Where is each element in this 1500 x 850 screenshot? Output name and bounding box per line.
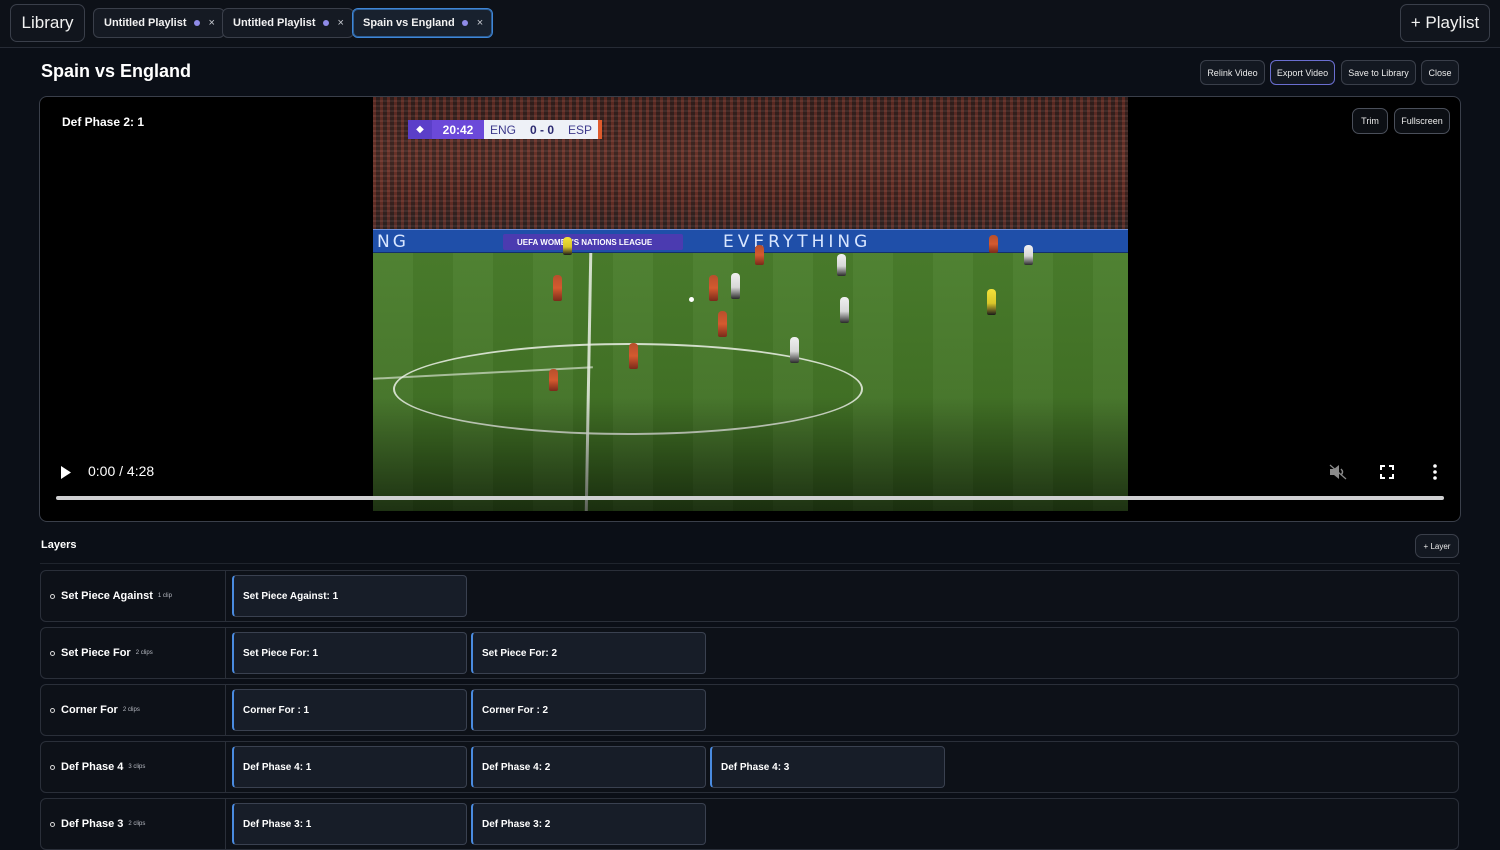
scoreboard: ◆ 20:42 ENG 0 - 0 ESP	[408, 120, 603, 139]
away-team: ESP	[568, 122, 593, 137]
match-clock: 20:42	[432, 120, 484, 139]
home-team: ENG	[490, 122, 517, 137]
layer-header[interactable]: Def Phase 4 3 clips	[41, 742, 226, 792]
tab-untitled-playlist-2[interactable]: Untitled Playlist ×	[222, 8, 354, 38]
clip-count: 2 clips	[122, 707, 140, 713]
layer-header[interactable]: Corner For 2 clips	[41, 685, 226, 735]
score-panel: ENG 0 - 0 ESP	[484, 120, 599, 139]
ad-board-sign: UEFA WOMEN'S NATIONS LEAGUE	[503, 234, 683, 250]
more-icon[interactable]	[1432, 464, 1438, 480]
layer-toggle-icon[interactable]	[50, 650, 55, 656]
time-display: 0:00 / 4:28	[88, 463, 155, 479]
layer-name: Def Phase 4	[61, 761, 124, 773]
player	[709, 275, 718, 301]
trim-button[interactable]: Trim	[1352, 108, 1388, 134]
clip-item[interactable]: Def Phase 4: 2	[471, 746, 706, 788]
layer-name: Def Phase 3	[61, 818, 124, 830]
close-tab-icon[interactable]: ×	[209, 17, 215, 29]
layer-name: Corner For	[61, 704, 118, 716]
referee	[987, 289, 996, 315]
layer-toggle-icon[interactable]	[50, 764, 55, 770]
close-tab-icon[interactable]: ×	[477, 17, 483, 29]
ad-board-left-text: NG	[377, 232, 409, 252]
video-progress-bar[interactable]	[56, 496, 1444, 500]
layer-row-corner-for: Corner For 2 clips Corner For : 1 Corner…	[40, 684, 1459, 736]
clip-item[interactable]: Corner For : 1	[232, 689, 467, 731]
player	[989, 235, 998, 253]
top-bar: Library Untitled Playlist × Untitled Pla…	[0, 0, 1500, 48]
tab-label: Untitled Playlist	[104, 17, 187, 29]
layers-title: Layers	[41, 539, 77, 551]
unsaved-dot-icon	[322, 20, 329, 26]
layer-toggle-icon[interactable]	[50, 593, 55, 599]
add-layer-button[interactable]: + Layer	[1415, 534, 1459, 558]
player	[1024, 245, 1033, 265]
layer-header[interactable]: Def Phase 3 2 clips	[41, 799, 226, 849]
clip-item[interactable]: Def Phase 3: 2	[471, 803, 706, 845]
player	[755, 245, 764, 265]
stadium-stands	[373, 97, 1128, 242]
tab-label: Spain vs England	[363, 17, 455, 29]
layer-row-set-piece-against: Set Piece Against 1 clip Set Piece Again…	[40, 570, 1459, 622]
player	[731, 273, 740, 299]
save-to-library-button[interactable]: Save to Library	[1341, 60, 1416, 85]
player	[840, 297, 849, 323]
close-tab-icon[interactable]: ×	[338, 17, 344, 29]
video-player[interactable]: NG UEFA WOMEN'S NATIONS LEAGUE EVERYTHIN…	[39, 96, 1461, 522]
layer-row-def-phase-4: Def Phase 4 3 clips Def Phase 4: 1 Def P…	[40, 741, 1459, 793]
ball	[689, 297, 694, 302]
clip-count: 2 clips	[135, 650, 153, 656]
current-clip-label: Def Phase 2: 1	[62, 115, 145, 129]
unsaved-dot-icon	[193, 20, 200, 26]
layer-header[interactable]: Set Piece For 2 clips	[41, 628, 226, 678]
controls-gradient	[373, 397, 1128, 511]
player	[549, 369, 558, 391]
layer-toggle-icon[interactable]	[50, 707, 55, 713]
clip-count: 1 clip	[157, 593, 172, 599]
player	[837, 254, 846, 276]
player	[790, 337, 799, 363]
close-button[interactable]: Close	[1421, 60, 1459, 85]
video-frame[interactable]: NG UEFA WOMEN'S NATIONS LEAGUE EVERYTHIN…	[373, 97, 1128, 511]
volume-icon[interactable]	[1329, 464, 1347, 480]
tab-untitled-playlist-1[interactable]: Untitled Playlist ×	[93, 8, 225, 38]
clip-item[interactable]: Corner For : 2	[471, 689, 706, 731]
divider	[40, 563, 1460, 564]
competition-logo-icon: ◆	[408, 120, 432, 139]
clip-item[interactable]: Def Phase 3: 1	[232, 803, 467, 845]
clip-count: 2 clips	[128, 821, 146, 827]
relink-video-button[interactable]: Relink Video	[1200, 60, 1265, 85]
library-button[interactable]: Library	[10, 4, 85, 42]
unsaved-dot-icon	[461, 20, 468, 26]
player	[718, 311, 727, 337]
layer-row-set-piece-for: Set Piece For 2 clips Set Piece For: 1 S…	[40, 627, 1459, 679]
scoreboard-edge	[598, 120, 603, 139]
layer-name: Set Piece For	[61, 647, 131, 659]
clip-item[interactable]: Set Piece For: 2	[471, 632, 706, 674]
player	[629, 343, 638, 369]
ad-board-text: EVERYTHING	[723, 232, 872, 252]
clip-item[interactable]: Set Piece For: 1	[232, 632, 467, 674]
layer-name: Set Piece Against	[61, 590, 153, 602]
clip-item[interactable]: Def Phase 4: 3	[710, 746, 945, 788]
layer-toggle-icon[interactable]	[50, 821, 55, 827]
player	[553, 275, 562, 301]
fullscreen-button[interactable]: Fullscreen	[1394, 108, 1450, 134]
score: 0 - 0	[530, 122, 555, 137]
clip-item[interactable]: Def Phase 4: 1	[232, 746, 467, 788]
play-icon[interactable]	[60, 466, 72, 479]
tab-label: Untitled Playlist	[233, 17, 316, 29]
ad-board: NG UEFA WOMEN'S NATIONS LEAGUE EVERYTHIN…	[373, 229, 1128, 253]
clip-count: 3 clips	[128, 764, 146, 770]
clip-item[interactable]: Set Piece Against: 1	[232, 575, 467, 617]
assistant-referee	[563, 237, 572, 255]
page-title: Spain vs England	[41, 61, 192, 81]
layer-row-def-phase-3: Def Phase 3 2 clips Def Phase 3: 1 Def P…	[40, 798, 1459, 850]
export-video-button[interactable]: Export Video	[1270, 60, 1335, 85]
tab-spain-vs-england[interactable]: Spain vs England ×	[352, 8, 494, 38]
fullscreen-icon[interactable]	[1380, 465, 1394, 479]
layer-header[interactable]: Set Piece Against 1 clip	[41, 571, 226, 621]
add-playlist-button[interactable]: + Playlist	[1400, 4, 1490, 42]
